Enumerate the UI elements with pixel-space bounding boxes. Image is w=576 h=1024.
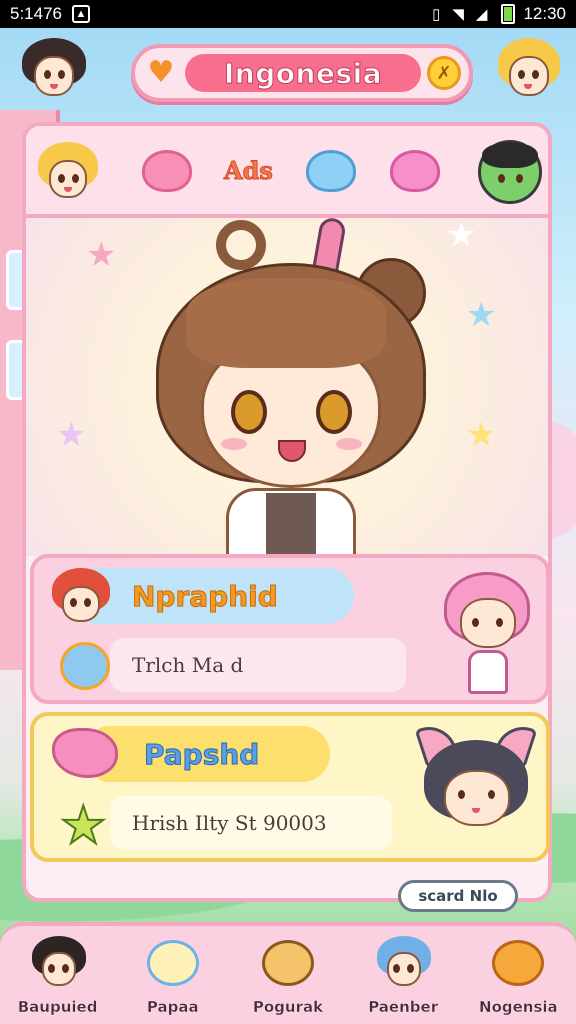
tab-blue-blob[interactable]	[302, 140, 364, 202]
header-bar: ♥ Ingonesia ✗	[131, 44, 473, 102]
tab-pink-blob-2[interactable]	[386, 140, 448, 202]
detail-bar: Hrish Ilty St 90003	[110, 796, 392, 850]
player-avatar-left[interactable]	[18, 34, 90, 106]
tab-pink-blob[interactable]	[138, 140, 200, 202]
star-decoration: ★	[86, 235, 117, 275]
star-decoration: ★	[466, 295, 497, 335]
card-action-button[interactable]: scard Nlo	[398, 880, 518, 912]
yellow-blue-creature-icon	[143, 934, 203, 994]
nav-item-paenber[interactable]: Paenber	[351, 934, 455, 1024]
star-decoration: ★	[56, 415, 87, 455]
name-bar: Papshd	[94, 726, 330, 782]
nav-label: Paenber	[368, 998, 439, 1016]
title-box: Ingonesia	[185, 54, 421, 92]
pink-cat-girl-illustration	[438, 564, 538, 698]
bear-character-icon	[258, 934, 318, 994]
notification-icon: ▲	[72, 5, 90, 23]
blue-creature-icon	[58, 638, 114, 694]
heart-icon[interactable]: ♥	[143, 55, 179, 91]
nav-label: Papaa	[146, 998, 199, 1016]
battery-icon	[501, 4, 516, 24]
card-detail: Trlch Ma d	[132, 653, 244, 677]
nav-item-papaa[interactable]: Papaa	[121, 934, 225, 1024]
vibrate-icon: ▯	[432, 6, 441, 23]
card-detail: Hrish Ilty St 90003	[132, 811, 327, 835]
tab-character-avatar[interactable]	[36, 140, 98, 202]
character-portrait: ★ ★ ★ ★ ★	[26, 218, 548, 556]
bottom-nav: Baupuied Papaa Pogurak Paenber Nogensia	[0, 922, 576, 1024]
card-name: Npraphid	[132, 579, 279, 613]
orange-creature-icon	[488, 934, 548, 994]
detail-bar: Trlch Ma d	[110, 638, 406, 692]
nav-item-baupuied[interactable]: Baupuied	[6, 934, 110, 1024]
tab-row: Ads	[26, 126, 548, 218]
blue-hair-boy-icon	[373, 934, 433, 994]
nav-label: Baupuied	[17, 998, 98, 1016]
nav-label: Pogurak	[252, 998, 324, 1016]
card-name: Papshd	[143, 737, 260, 771]
status-bar: 5:1476 ▲ ▯ ◥ ◢ 12:30	[0, 0, 576, 28]
wifi-icon: ◥	[452, 6, 464, 23]
character-illustration	[126, 218, 456, 556]
name-bar: Npraphid	[82, 568, 354, 624]
coin-icon[interactable]: ✗	[427, 56, 461, 90]
tab-ads[interactable]: Ads	[224, 156, 274, 186]
pink-bean-icon	[52, 728, 118, 778]
red-hair-avatar-icon	[50, 566, 112, 628]
cat-ear-boy-illustration	[410, 719, 544, 862]
tab-green-character[interactable]	[478, 140, 542, 204]
black-hair-girl-icon	[28, 934, 88, 994]
page-title: Ingonesia	[223, 56, 383, 90]
nav-item-nogensia[interactable]: Nogensia	[466, 934, 570, 1024]
nav-item-pogurak[interactable]: Pogurak	[236, 934, 340, 1024]
character-card-1[interactable]: Npraphid Trlch Ma d	[30, 554, 550, 704]
green-star-icon: ★	[59, 796, 108, 856]
player-avatar-right[interactable]	[494, 34, 564, 106]
signal-icon: ◢	[475, 6, 488, 23]
status-time: 5:1476	[10, 4, 62, 23]
character-card-2[interactable]: Papshd Hrish Ilty St 90003 ★ scard Nlo	[30, 712, 550, 912]
status-clock: 12:30	[523, 4, 566, 23]
star-decoration: ★	[466, 415, 497, 455]
main-panel: Ads ★ ★ ★ ★ ★ Npraphid Trlch Ma d Papshd…	[22, 122, 552, 912]
nav-label: Nogensia	[479, 998, 558, 1016]
